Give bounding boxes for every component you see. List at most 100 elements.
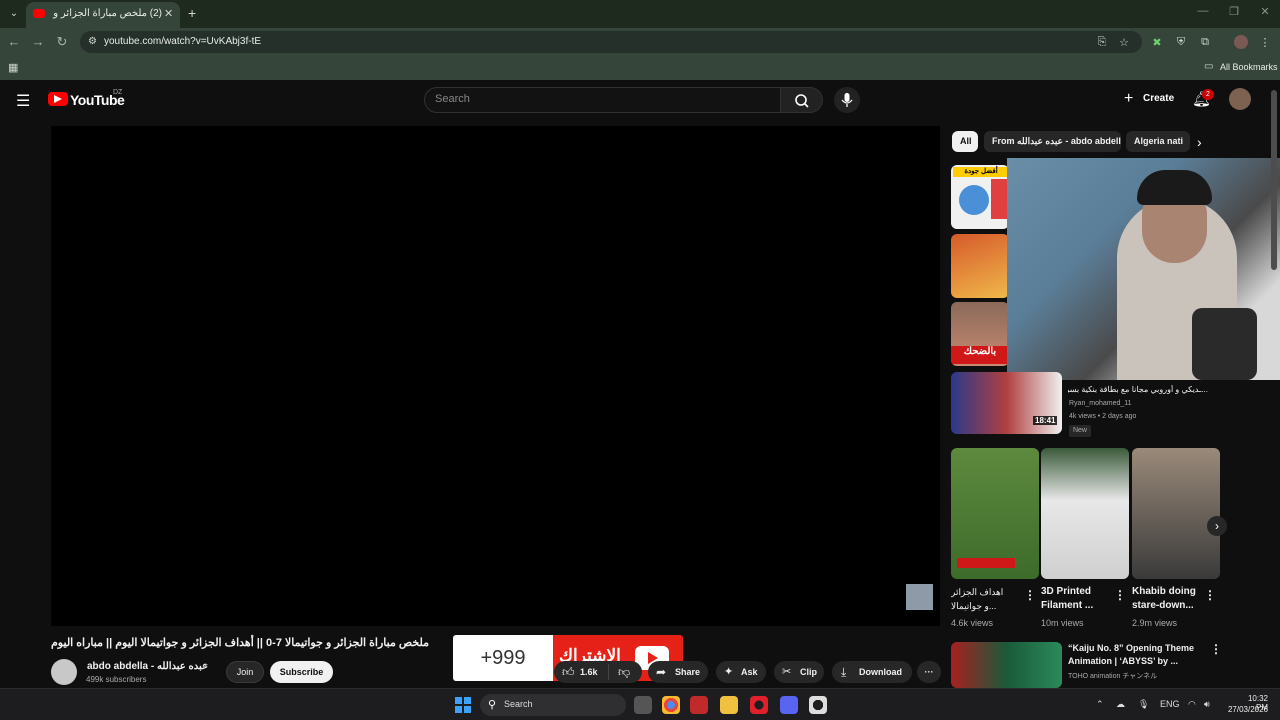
download-button[interactable]: ⤓ Download	[832, 661, 912, 683]
profile-avatar[interactable]	[1234, 35, 1248, 49]
dislike-icon[interactable]: 👎︎	[618, 661, 630, 683]
all-bookmarks-link[interactable]: All Bookmarks	[1220, 62, 1278, 72]
share-button[interactable]: ➦ Share	[648, 661, 708, 683]
tab-close-icon[interactable]: ✕	[164, 7, 176, 20]
search-input[interactable]	[435, 93, 765, 105]
url-text[interactable]: youtube.com/watch?v=UvKAbj3f-tE	[104, 36, 261, 47]
shorts-next-icon[interactable]: ›	[1207, 516, 1227, 536]
recommendation-channel[interactable]: TOHO animation チャンネル	[1068, 671, 1157, 681]
short-title[interactable]: Khabib doing stare-down...	[1132, 585, 1202, 613]
short-thumbnail[interactable]	[951, 448, 1039, 579]
recommendation-thumbnail[interactable]: 18:41	[951, 372, 1062, 434]
thumbnail-badge: أفضل جودة	[953, 167, 1009, 177]
recommendation-thumbnail[interactable]	[951, 234, 1009, 298]
short-title[interactable]: اهداف الجزائر ...و جواتيمالا اليوم	[951, 585, 1015, 613]
back-icon[interactable]: ←	[7, 34, 21, 49]
file-explorer-icon[interactable]	[720, 696, 738, 714]
short-menu-icon[interactable]: ⋮	[1114, 588, 1126, 602]
search-button[interactable]	[781, 87, 823, 113]
recommendation-thumbnail[interactable]	[951, 642, 1062, 688]
language-indicator[interactable]: ENG	[1160, 699, 1180, 709]
video-title: ملخص مباراة الجزائر و جواتيمالا 7-0 || أ…	[51, 637, 430, 649]
search-icon	[795, 94, 809, 108]
like-count[interactable]: 1.6k	[580, 661, 598, 683]
ask-button[interactable]: ✦ Ask	[716, 661, 766, 683]
screen-capture-icon[interactable]	[690, 696, 708, 714]
recommendation-thumbnail[interactable]: أفضل جودة	[951, 165, 1009, 229]
browser-tab[interactable]: (2) ملخص مباراة الجزائر و جواتيما ✕	[26, 2, 180, 28]
clock-date[interactable]: 27/03/2026	[1225, 705, 1268, 714]
search-icon: ⚲	[488, 699, 497, 711]
recommendation-title[interactable]: ...ـديكي و أوروبي مجانا مع بطاقة بنكية ب…	[1068, 385, 1208, 394]
wifi-icon[interactable]: ◠	[1188, 699, 1196, 710]
recommendation-title[interactable]: “Kaiju No. 8” Opening Theme Animation | …	[1068, 642, 1198, 668]
short-thumbnail[interactable]	[1132, 448, 1220, 579]
short-thumbnail[interactable]	[1041, 448, 1129, 579]
youtube-header: ☰ YouTube DZ + Create 🔔︎	[0, 80, 1280, 122]
chevron-right-icon[interactable]: ›	[1197, 134, 1202, 150]
taskbar-search[interactable]: ⚲ Search	[480, 694, 626, 716]
account-avatar[interactable]	[1229, 88, 1251, 110]
cloud-icon[interactable]: ☁	[1116, 699, 1125, 710]
window-close-icon[interactable]: ✕	[1258, 5, 1272, 18]
bookmark-star-icon[interactable]: ☆	[1117, 36, 1131, 49]
folder-icon: ▭	[1204, 61, 1214, 72]
install-app-icon[interactable]: ⎘	[1095, 36, 1109, 49]
new-tab-icon[interactable]: +	[188, 5, 196, 21]
thumbnail-badge: بالضحك	[951, 346, 1009, 364]
shield-icon[interactable]: ⛨	[1174, 36, 1188, 49]
tab-strip: ⌄ (2) ملخص مباراة الجزائر و جواتيما ✕ + …	[0, 0, 1280, 28]
channel-name[interactable]: abdo abdella - عبده عبدالله	[87, 661, 208, 672]
recommendation-menu-icon[interactable]: ⋮	[1210, 642, 1222, 656]
restore-icon[interactable]: ❐	[1227, 5, 1241, 18]
site-info-icon[interactable]: ⚙	[88, 36, 97, 47]
minimize-icon[interactable]: —	[1196, 5, 1210, 17]
short-title[interactable]: 3D Printed Filament ...	[1041, 585, 1111, 613]
menu-icon[interactable]: ☰	[16, 91, 30, 111]
mic-tray-icon[interactable]: 🎙︎	[1138, 699, 1149, 710]
create-label: Create	[1143, 93, 1175, 104]
youtube-logo-icon[interactable]	[48, 92, 68, 106]
browser-toolbar: ← → ↻ ⚙ youtube.com/watch?v=UvKAbj3f-tE …	[0, 28, 1280, 56]
chip-all[interactable]: All	[952, 131, 978, 152]
voice-search-button[interactable]	[834, 87, 860, 113]
recommendation-channel[interactable]: Ryan_mohamed_11	[1069, 400, 1132, 407]
recommendation-thumbnail[interactable]: بالضحك	[951, 302, 1009, 366]
short-menu-icon[interactable]: ⋮	[1204, 588, 1216, 602]
discord-icon[interactable]	[780, 696, 798, 714]
address-bar[interactable]: ⚙ youtube.com/watch?v=UvKAbj3f-tE	[80, 31, 1142, 53]
windows-start-icon[interactable]	[455, 697, 471, 713]
create-button[interactable]: + Create	[1124, 88, 1174, 110]
forward-icon[interactable]: →	[31, 34, 45, 49]
clip-button[interactable]: ✂ Clip	[774, 661, 824, 683]
short-views: 4.6k views	[951, 618, 994, 628]
channel-watermark[interactable]	[906, 584, 933, 610]
chrome-icon[interactable]	[662, 696, 680, 714]
apps-grid-icon[interactable]: ▦	[8, 61, 18, 74]
more-actions-icon[interactable]: ···	[917, 661, 941, 683]
short-menu-icon[interactable]: ⋮	[1024, 588, 1036, 602]
tray-chevron-icon[interactable]: ⌃	[1096, 699, 1104, 710]
extension-icon[interactable]: ✖	[1150, 36, 1164, 49]
chrome-menu-icon[interactable]: ⋮	[1258, 36, 1272, 49]
page-scrollbar[interactable]	[1271, 90, 1277, 680]
like-icon[interactable]: 👍︎	[562, 661, 575, 683]
like-dislike-group: 👍︎ 1.6k 👎︎	[554, 661, 642, 683]
chip-algeria[interactable]: Algeria nati	[1126, 131, 1190, 152]
bookmarks-bar: ▦ ▭ All Bookmarks	[0, 56, 1280, 80]
channel-avatar[interactable]	[51, 659, 77, 685]
search-box[interactable]	[424, 87, 781, 113]
join-button[interactable]: Join	[226, 661, 264, 683]
volume-icon[interactable]: 🔊︎	[1204, 699, 1210, 710]
task-view-icon[interactable]	[634, 696, 652, 714]
subscribe-button[interactable]: Subscribe	[270, 661, 333, 683]
reload-icon[interactable]: ↻	[55, 34, 69, 50]
recommendation-meta: 4k views • 2 days ago	[1069, 413, 1137, 420]
extensions-puzzle-icon[interactable]: ⧉	[1198, 36, 1212, 49]
obs-icon[interactable]	[809, 696, 827, 714]
opera-icon[interactable]	[750, 696, 768, 714]
tab-search-icon[interactable]: ⌄	[6, 6, 22, 22]
scrollbar-thumb[interactable]	[1271, 90, 1277, 270]
video-player[interactable]: +999 الاشتراك	[51, 126, 940, 681]
chip-from-channel[interactable]: From عبده عبدالله - abdo abdella	[984, 131, 1121, 152]
